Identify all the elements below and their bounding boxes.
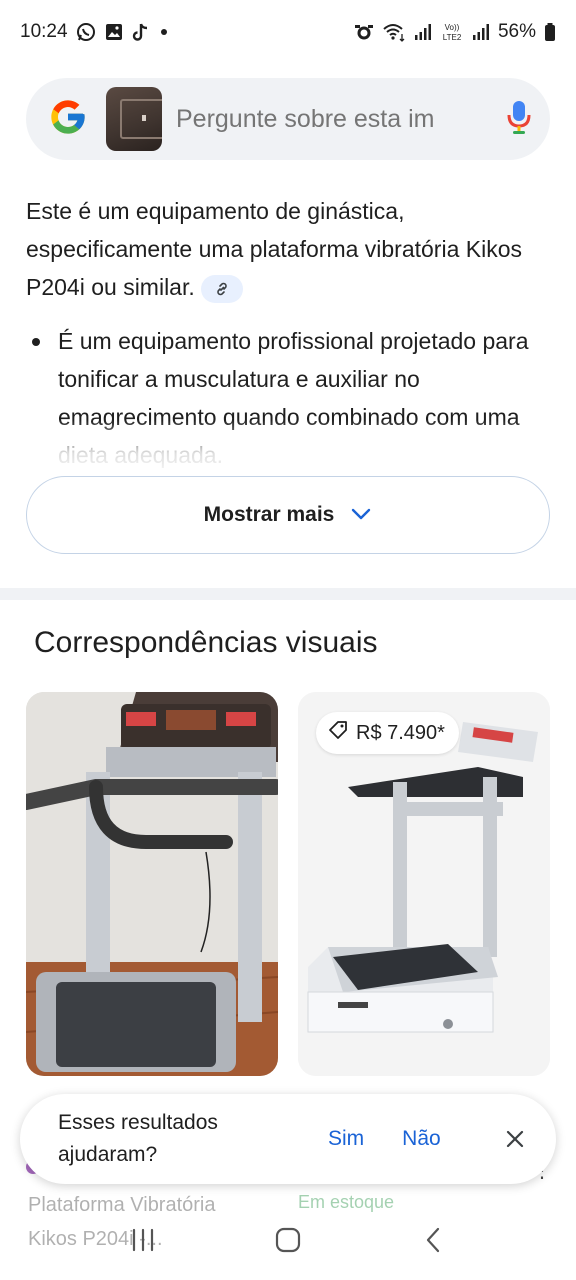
search-bar[interactable] [26, 78, 550, 160]
chevron-down-icon [350, 503, 372, 527]
dot-icon [158, 26, 170, 38]
volte-icon: Vo)) LTE2 [440, 21, 464, 43]
answer-intro: Este é um equipamento de ginástica, espe… [26, 198, 523, 300]
signal-icon [472, 23, 490, 41]
system-nav-bar [0, 1200, 576, 1280]
ai-answer-text: Este é um equipamento de ginástica, espe… [26, 192, 550, 306]
search-input[interactable] [176, 104, 498, 134]
clock: 10:24 [20, 21, 68, 42]
mic-icon[interactable] [498, 97, 534, 142]
source-link-chip[interactable] [200, 274, 243, 303]
section-divider [0, 588, 576, 600]
section-title: Correspondências visuais [34, 626, 378, 659]
link-icon [214, 270, 230, 308]
feedback-toast: Esses resultados ajudaram? Sim Não [20, 1094, 556, 1184]
price-badge: R$ 7.490* [316, 712, 459, 754]
visual-match-card[interactable] [26, 692, 278, 1076]
close-icon[interactable] [500, 1124, 530, 1154]
whatsapp-icon [76, 22, 96, 42]
svg-text:LTE2: LTE2 [443, 33, 462, 42]
product-photo [26, 692, 278, 1076]
text-fade-overlay [0, 420, 576, 480]
feedback-yes-button[interactable]: Sim [328, 1127, 364, 1151]
query-image-thumbnail[interactable] [106, 87, 162, 151]
battery-percent: 56% [497, 21, 536, 42]
signal-icon [414, 23, 432, 41]
wifi-icon [382, 22, 406, 42]
gallery-icon [104, 22, 124, 42]
price-text: R$ 7.490* [356, 721, 445, 744]
battery-icon [544, 22, 556, 42]
home-icon[interactable] [258, 1210, 318, 1270]
visual-match-card[interactable]: R$ 7.490* [298, 692, 550, 1076]
google-g-icon [48, 97, 88, 142]
back-icon[interactable] [403, 1210, 463, 1270]
price-tag-icon [328, 720, 348, 746]
svg-text:Vo)): Vo)) [445, 23, 460, 32]
feedback-no-button[interactable]: Não [402, 1127, 441, 1151]
status-bar: 10:24 Vo)) LTE2 56% [0, 0, 576, 64]
feedback-question: Esses resultados ajudaram? [58, 1111, 218, 1166]
alarm-icon [354, 22, 374, 42]
tiktok-icon [132, 22, 150, 42]
show-more-label: Mostrar mais [203, 503, 335, 526]
show-more-button[interactable]: Mostrar mais [26, 476, 550, 554]
recent-apps-icon[interactable] [113, 1210, 173, 1270]
